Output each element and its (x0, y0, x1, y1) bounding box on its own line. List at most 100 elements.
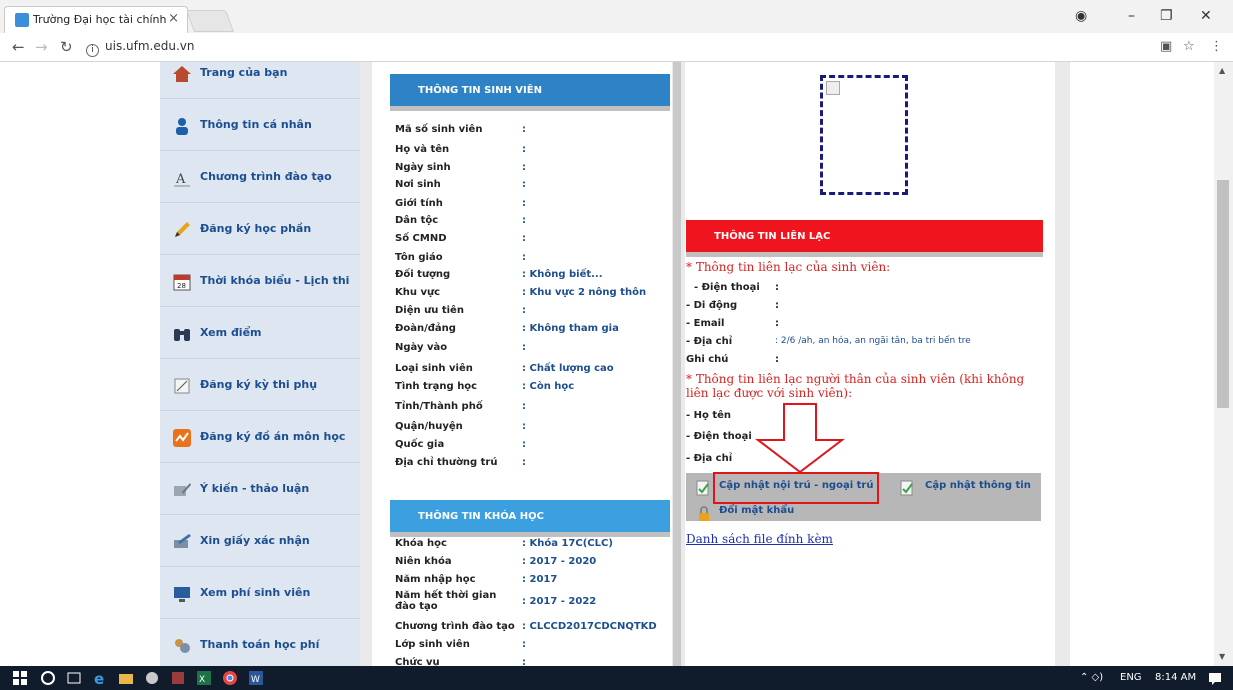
field-value: : (522, 639, 526, 650)
svg-text:A: A (175, 172, 186, 187)
sidebar-item-label: Thông tin cá nhân (200, 118, 312, 131)
field-label: Khóa học (395, 538, 447, 549)
relative-contact-title: * Thông tin liên lạc người thân của sinh… (686, 372, 1025, 400)
page-content: Trang của bạn Thông tin cá nhân A Chương… (0, 62, 1214, 666)
field-value: : 2017 - 2020 (522, 556, 597, 567)
field-value: : Còn học (522, 381, 575, 392)
task-view-icon[interactable] (66, 670, 82, 686)
app-icon[interactable] (170, 670, 186, 686)
payment-icon (172, 636, 192, 656)
sidebar-item-certificate-request[interactable]: Xin giấy xác nhận (160, 515, 360, 567)
field-value: : (522, 439, 526, 450)
contact-value: : (775, 354, 779, 365)
browser-tab[interactable]: Trường Đại học tài chính × (4, 6, 188, 33)
new-tab-button[interactable] (185, 10, 235, 32)
field-value: : (522, 657, 526, 666)
sidebar-item-course-registration[interactable]: Đăng ký học phần (160, 203, 360, 255)
change-password-link[interactable]: Đổi mật khẩu (719, 505, 794, 516)
field-label: Khu vực (395, 287, 441, 298)
home-icon (172, 64, 192, 84)
curriculum-icon: A (172, 168, 192, 188)
back-icon[interactable]: ← (12, 38, 25, 56)
sidebar-item-grades[interactable]: Xem điểm (160, 307, 360, 359)
sidebar-item-label: Xem phí sinh viên (200, 586, 311, 599)
field-label: Ngày sinh (395, 162, 451, 173)
field-label: Tình trạng học (395, 381, 478, 392)
header-underline (390, 532, 670, 537)
calendar-icon: 28 (172, 272, 192, 292)
sidebar-item-project-registration[interactable]: Đăng ký đồ án môn học (160, 411, 360, 463)
url-field[interactable]: i uis.ufm.edu.vn (86, 39, 194, 57)
field-value: : (522, 252, 526, 263)
word-icon[interactable]: W (248, 670, 264, 686)
sidebar-item-personal-info[interactable]: Thông tin cá nhân (160, 99, 360, 151)
sidebar-item-label: Đăng ký kỳ thi phụ (200, 378, 318, 391)
edge-browser-icon[interactable]: e (92, 670, 108, 688)
scroll-up-icon[interactable]: ▲ (1219, 66, 1225, 75)
scroll-thumb[interactable] (1217, 180, 1229, 408)
restore-icon[interactable]: ❐ (1160, 8, 1173, 24)
sidebar-item-feedback[interactable]: Ý kiến - thảo luận (160, 463, 360, 515)
field-label: Giới tính (395, 198, 443, 209)
sidebar-item-student-fees[interactable]: Xem phí sinh viên (160, 567, 360, 619)
bookmark-star-icon[interactable]: ☆ (1183, 39, 1195, 54)
system-tray-icons[interactable]: ⌃ ◇) (1080, 672, 1103, 683)
account-icon[interactable]: ◉ (1075, 8, 1087, 24)
broken-image-icon (826, 81, 840, 95)
language-indicator[interactable]: ENG (1120, 672, 1142, 683)
svg-text:e: e (94, 670, 104, 686)
sidebar-item-supplementary-exam[interactable]: Đăng ký kỳ thi phụ (160, 359, 360, 411)
paint-icon[interactable] (144, 670, 160, 686)
sidebar-item-tuition-payment[interactable]: Thanh toán học phí (160, 619, 360, 666)
student-contact-title: * Thông tin liên lạc của sinh viên: (686, 260, 891, 274)
feedback-icon (172, 480, 192, 500)
notifications-icon[interactable] (1207, 670, 1223, 686)
contact-value: : (775, 318, 779, 329)
file-explorer-icon[interactable] (118, 670, 134, 686)
chrome-icon[interactable] (222, 670, 238, 686)
svg-text:X: X (199, 675, 205, 685)
field-label: Dân tộc (395, 215, 439, 226)
field-value: : (522, 233, 526, 244)
windows-taskbar: e X W ⌃ ◇) ENG 8:14 AM (0, 666, 1233, 690)
sidebar-item-label: Ý kiến - thảo luận (200, 482, 310, 495)
field-value: : Khóa 17C(CLC) (522, 538, 613, 549)
sidebar-item-timetable[interactable]: 28 Thời khóa biểu - Lịch thi (160, 255, 360, 307)
field-value: : Không biết... (522, 269, 603, 280)
reload-icon[interactable]: ↻ (60, 38, 73, 56)
person-icon (172, 116, 192, 136)
svg-text:28: 28 (177, 282, 186, 290)
field-value: : (522, 179, 526, 190)
clock[interactable]: 8:14 AM (1155, 672, 1196, 683)
excel-icon[interactable]: X (196, 670, 212, 686)
info-icon[interactable]: i (86, 44, 99, 57)
column-divider (673, 62, 681, 666)
update-info-link[interactable]: Cập nhật thông tin (925, 480, 1031, 491)
checkmark-doc-icon (900, 480, 914, 496)
chrome-menu-icon[interactable]: ⋮ (1210, 39, 1223, 54)
field-value: : (522, 401, 526, 412)
field-label: Loại sinh viên (395, 363, 473, 374)
sidebar-item-home[interactable]: Trang của bạn (160, 62, 360, 99)
scroll-down-icon[interactable]: ▼ (1219, 652, 1225, 661)
tab-title: Trường Đại học tài chính (33, 13, 167, 26)
minimize-icon[interactable]: – (1128, 8, 1135, 24)
header-underline (390, 106, 670, 111)
tab-close-icon[interactable]: × (168, 11, 179, 26)
search-icon[interactable] (40, 670, 56, 686)
sidebar-item-label: Xin giấy xác nhận (200, 534, 310, 547)
attachments-link[interactable]: Danh sách file đính kèm (686, 532, 833, 546)
translate-icon[interactable]: ▣ (1160, 39, 1172, 54)
field-label: Đoàn/đảng (395, 323, 456, 334)
forward-icon[interactable]: → (35, 38, 48, 56)
window-close-icon[interactable]: ✕ (1200, 8, 1212, 24)
field-value: : Chất lượng cao (522, 363, 614, 374)
field-value: : (522, 162, 526, 173)
url-text: uis.ufm.edu.vn (105, 39, 195, 53)
sidebar-item-curriculum[interactable]: A Chương trình đào tạo (160, 151, 360, 203)
vertical-scrollbar[interactable]: ▲ ▼ (1214, 62, 1233, 666)
field-value: : (522, 457, 526, 468)
address-bar: ← → ↻ i uis.ufm.edu.vn ▣ ☆ ⋮ (0, 33, 1233, 62)
windows-start-icon[interactable] (12, 670, 28, 686)
field-label: Ngày vào (395, 342, 448, 353)
